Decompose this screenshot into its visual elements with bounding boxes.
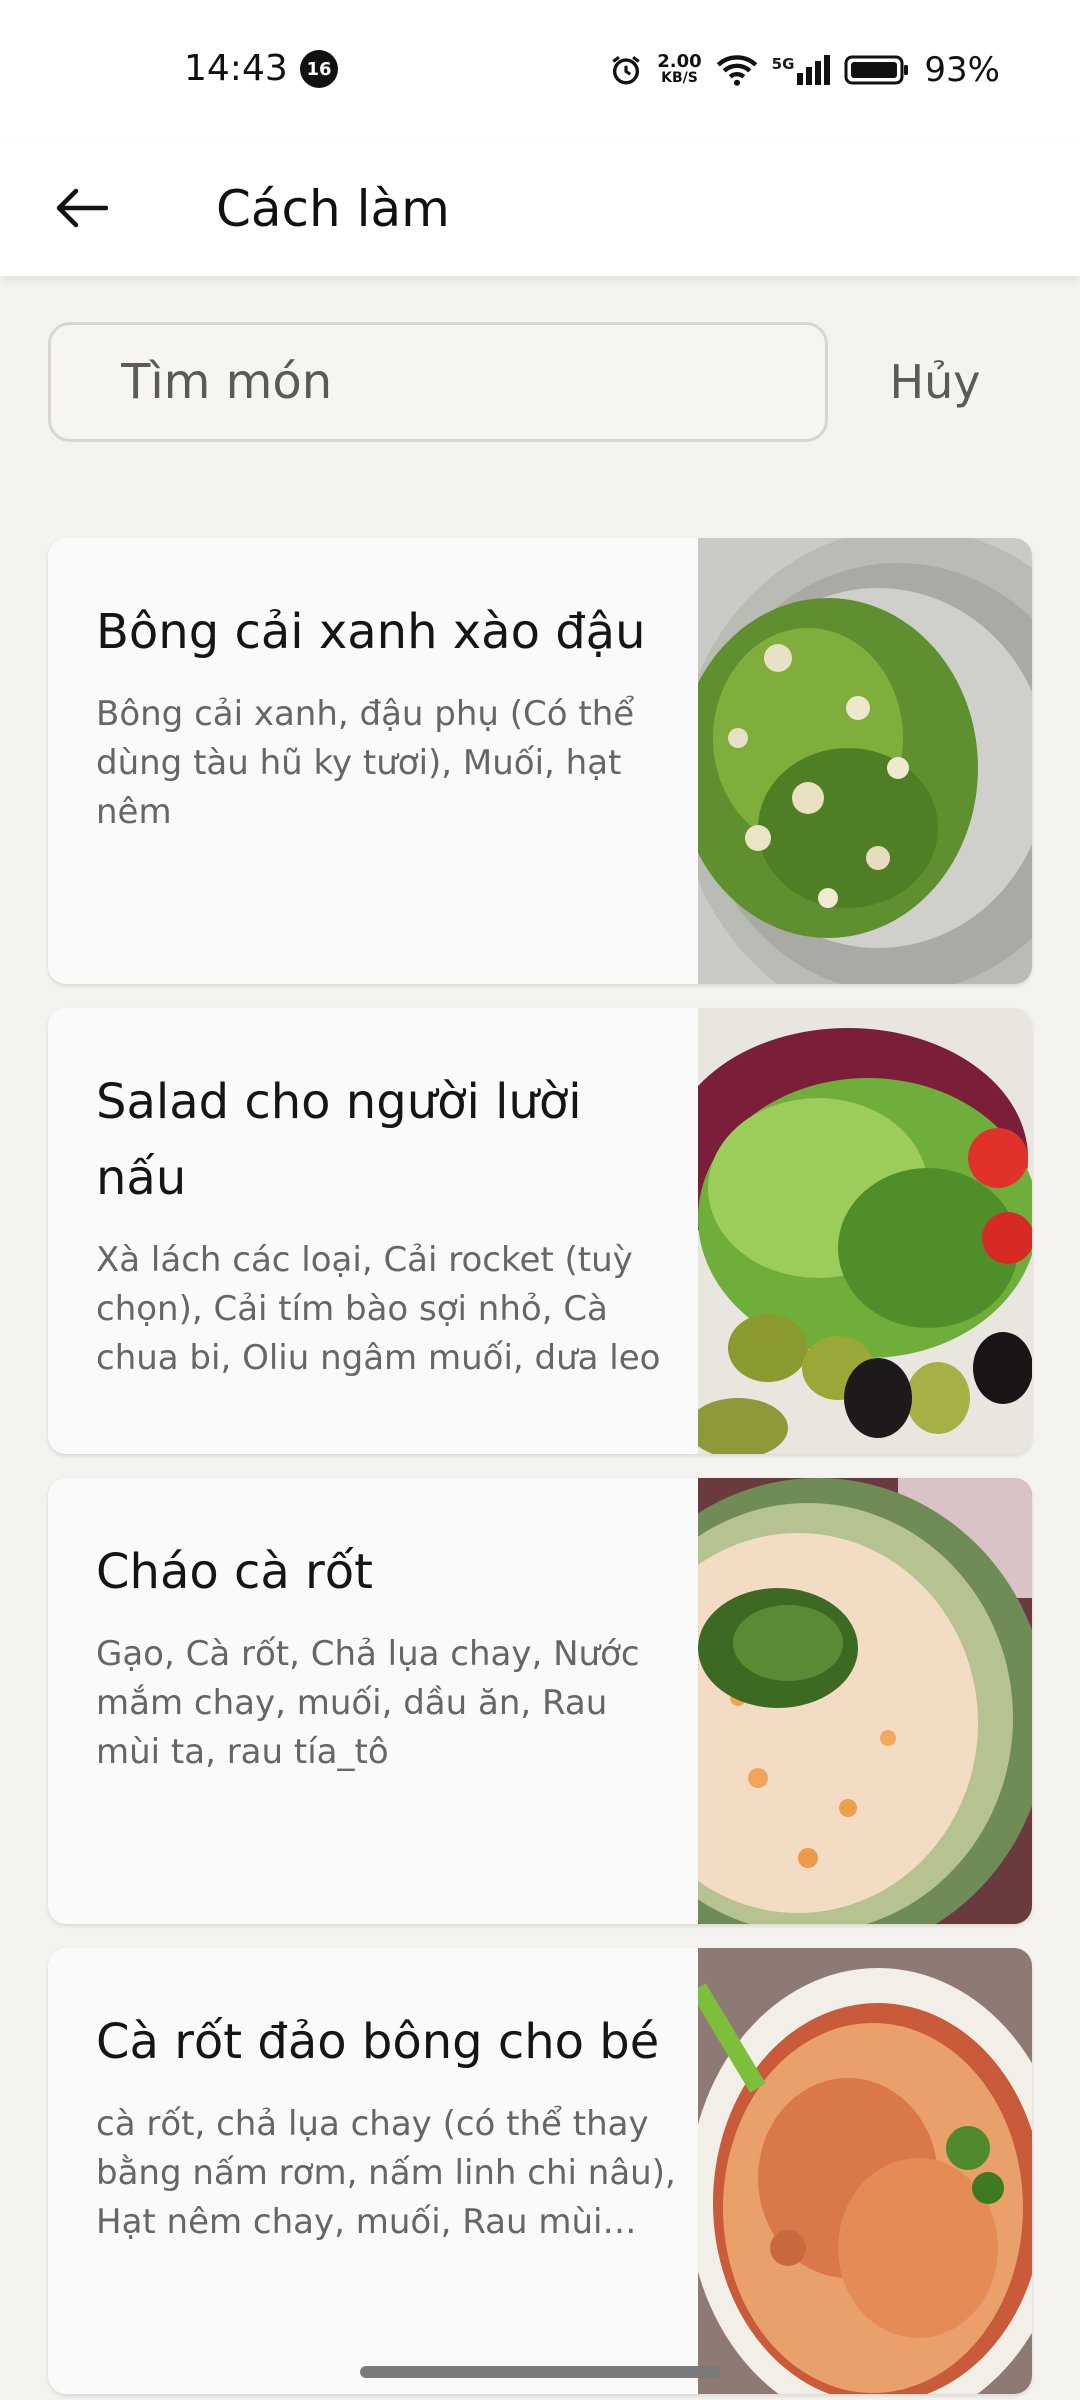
recipe-ingredients: Xà lách các loại, Cải rocket (tuỳ chọn),… xyxy=(96,1240,661,1378)
recipe-text: Salad cho người lười nấu Xà lách các loạ… xyxy=(96,1064,676,1383)
recipe-title: Cà rốt đảo bông cho bé xyxy=(96,2014,660,2070)
battery-percentage: 93% xyxy=(924,50,1000,90)
recipe-card[interactable]: Cháo cà rốt Gạo, Cà rốt, Chả lụa chay, N… xyxy=(48,1478,1032,1924)
arrow-left-icon xyxy=(56,188,108,228)
carrot-stirfry-photo xyxy=(698,1948,1032,2394)
recipe-ingredients: cà rốt, chả lụa chay (có thể thay bằng n… xyxy=(96,2104,676,2242)
network-speed-unit: KB/S xyxy=(661,70,698,86)
home-gesture-bar[interactable] xyxy=(360,2366,720,2378)
battery-icon xyxy=(844,55,909,85)
network-type: 5G xyxy=(771,55,795,73)
recipe-text: Cà rốt đảo bông cho bé cà rốt, chả lụa c… xyxy=(96,2004,676,2247)
status-bar: 14:43 16 2.00 KB/S 5G 93% xyxy=(0,0,1080,140)
carrot-porridge-photo xyxy=(698,1478,1032,1924)
search-input[interactable] xyxy=(121,325,811,439)
status-time: 14:43 xyxy=(184,48,288,89)
back-button[interactable] xyxy=(40,166,124,250)
alarm-icon xyxy=(612,56,640,85)
recipe-text: Cháo cà rốt Gạo, Cà rốt, Chả lụa chay, N… xyxy=(96,1534,676,1777)
status-icons: 2.00 KB/S 5G 93% xyxy=(609,48,1000,92)
recipe-card[interactable]: Salad cho người lười nấu Xà lách các loạ… xyxy=(48,1008,1032,1454)
recipe-ingredients: Gạo, Cà rốt, Chả lụa chay, Nước mắm chay… xyxy=(96,1634,640,1772)
notification-count-badge: 16 xyxy=(300,50,338,88)
salad-photo xyxy=(698,1008,1032,1454)
recipe-ingredients: Bông cải xanh, đậu phụ (Có thể dùng tàu … xyxy=(96,694,635,832)
cellular-signal-icon: 5G xyxy=(772,55,831,85)
broccoli-tofu-photo xyxy=(698,538,1032,984)
recipe-card[interactable]: Bông cải xanh xào đậu Bông cải xanh, đậu… xyxy=(48,538,1032,984)
recipe-title: Salad cho người lười nấu xyxy=(96,1074,582,1206)
cancel-button[interactable]: Hủy xyxy=(860,322,1010,442)
app-bar: Cách làm xyxy=(0,140,1080,276)
search-box[interactable] xyxy=(48,322,828,442)
recipe-card[interactable]: Cà rốt đảo bông cho bé cà rốt, chả lụa c… xyxy=(48,1948,1032,2394)
recipe-title: Cháo cà rốt xyxy=(96,1544,373,1600)
recipe-title: Bông cải xanh xào đậu xyxy=(96,604,646,660)
network-speed-value: 2.00 xyxy=(657,51,702,72)
network-speed: 2.00 KB/S xyxy=(657,53,701,87)
page-title: Cách làm xyxy=(216,180,450,238)
recipe-text: Bông cải xanh xào đậu Bông cải xanh, đậu… xyxy=(96,594,676,837)
wifi-icon xyxy=(716,55,757,86)
